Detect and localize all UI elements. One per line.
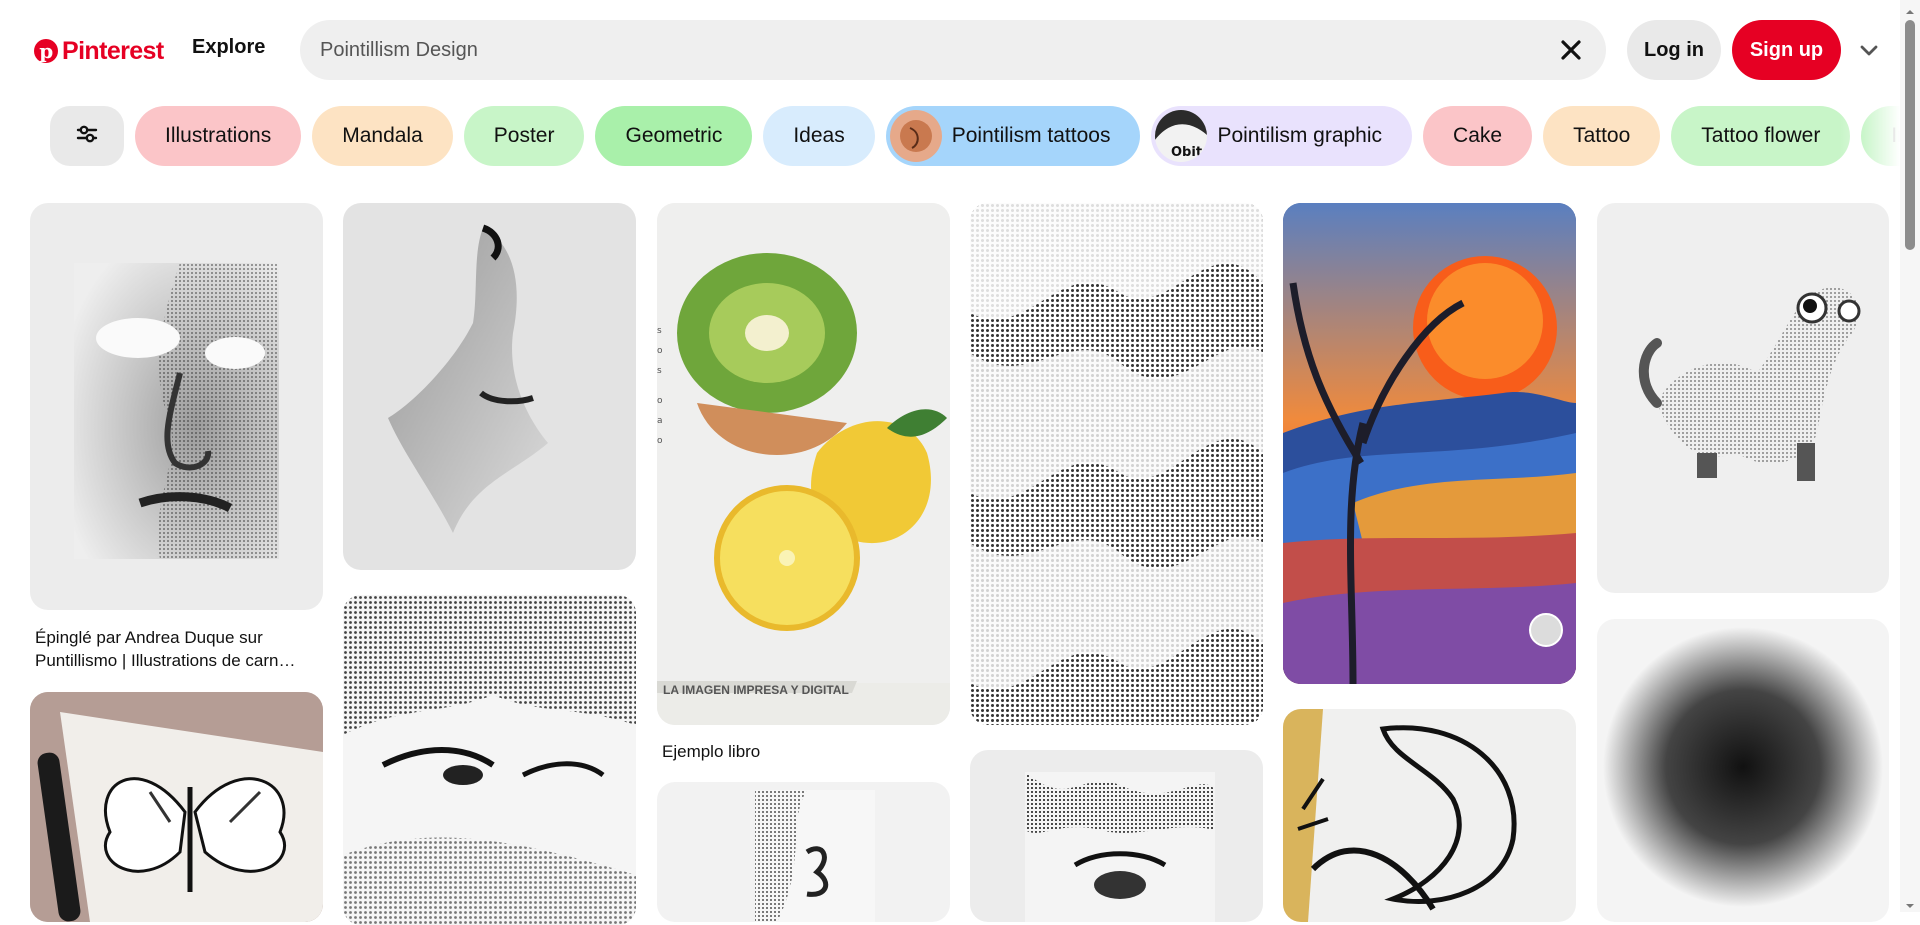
filter-chip[interactable]: Pointilism tattoos: [885, 106, 1141, 166]
pin-caption[interactable]: Ejemplo libro: [662, 740, 947, 763]
pin-shark-sketch[interactable]: [1283, 709, 1576, 922]
chip-label: Mandala: [342, 124, 423, 147]
login-button[interactable]: Log in: [1627, 20, 1721, 80]
scrollbar[interactable]: [1900, 0, 1920, 912]
filter-chip[interactable]: Tattoo: [1543, 106, 1661, 166]
filter-chip[interactable]: Ideas: [763, 106, 875, 166]
filter-chip[interactable]: Poster: [463, 106, 585, 166]
chip-label: Ideas: [793, 124, 845, 147]
chip-label: Geometric: [625, 124, 723, 147]
pinterest-logo-icon: p: [34, 39, 58, 63]
svg-text:o: o: [657, 436, 663, 446]
pin-face-sculpture[interactable]: [30, 203, 323, 610]
filter-chip[interactable]: Obit Pointilism graphic: [1151, 106, 1413, 166]
pin-dot-sphere[interactable]: [1597, 619, 1889, 922]
close-icon[interactable]: [1556, 35, 1586, 65]
chip-fade: [1840, 104, 1900, 168]
pin-kiwi-lemon[interactable]: sos oao LA IMAGEN IMPRESA Y DIGITAL: [657, 203, 950, 725]
search-bar[interactable]: [300, 20, 1606, 80]
sliders-icon: [75, 122, 99, 151]
svg-text:o: o: [657, 346, 663, 356]
scroll-up-icon[interactable]: [1905, 4, 1915, 14]
chip-thumbnail: Obit: [1155, 110, 1208, 162]
pin-gecko[interactable]: [1597, 203, 1889, 593]
chip-label: Tattoo flower: [1701, 124, 1821, 147]
chip-label: Tattoo: [1573, 124, 1631, 147]
pin-woman-profile[interactable]: [343, 203, 636, 570]
filter-chip[interactable]: Cake: [1423, 106, 1533, 166]
pin-caption[interactable]: Épinglé par Andrea Duque sur Puntillismo…: [35, 626, 320, 672]
svg-text:s: s: [657, 366, 662, 376]
pin-page-footer-text: LA IMAGEN IMPRESA Y DIGITAL: [663, 683, 849, 697]
chevron-down-icon[interactable]: [1857, 38, 1881, 62]
chip-thumbnail: [889, 110, 942, 162]
chip-label: Pointilism tattoos: [951, 124, 1111, 147]
chip-label: Illustrations: [165, 124, 272, 147]
chip-label: Poster: [493, 124, 555, 147]
filter-chip[interactable]: Geometric: [595, 106, 753, 166]
svg-text:s: s: [657, 326, 662, 336]
pinterest-logo[interactable]: p Pinterest: [34, 34, 164, 68]
top-header: p Pinterest Explore Log in Sign up: [0, 0, 1900, 100]
pin-waves-pattern[interactable]: [970, 203, 1263, 725]
filters-button[interactable]: [50, 106, 124, 166]
chip-thumb-text: Obit: [1171, 145, 1202, 160]
pin-man-portrait[interactable]: [343, 595, 636, 925]
signup-button[interactable]: Sign up: [1732, 20, 1841, 80]
filter-chip[interactable]: Mandala: [312, 106, 453, 166]
svg-text:o: o: [657, 396, 663, 406]
scrollbar-thumb[interactable]: [1905, 20, 1915, 250]
logo-text: Pinterest: [62, 36, 164, 65]
pin-butterfly[interactable]: [30, 692, 323, 922]
filter-chip[interactable]: Tattoo flower: [1671, 106, 1851, 166]
filter-chip-bar: Illustrations Mandala Poster Geometric Ideas…: [0, 104, 1900, 168]
chip-label: Cake: [1453, 124, 1503, 147]
explore-link[interactable]: Explore: [192, 36, 265, 59]
scroll-down-icon[interactable]: [1905, 898, 1915, 908]
pin-sunset-landscape[interactable]: [1283, 203, 1576, 684]
pin-sculpture-head[interactable]: [970, 750, 1263, 922]
chip-list: Illustrations Mandala Poster Geometric Ideas…: [135, 106, 1900, 166]
search-input[interactable]: [320, 38, 1556, 62]
pin-kiss[interactable]: [657, 782, 950, 922]
filter-chip[interactable]: Illustrations: [135, 106, 302, 166]
chip-label: Pointilism graphic: [1217, 124, 1383, 147]
svg-text:a: a: [657, 416, 663, 426]
